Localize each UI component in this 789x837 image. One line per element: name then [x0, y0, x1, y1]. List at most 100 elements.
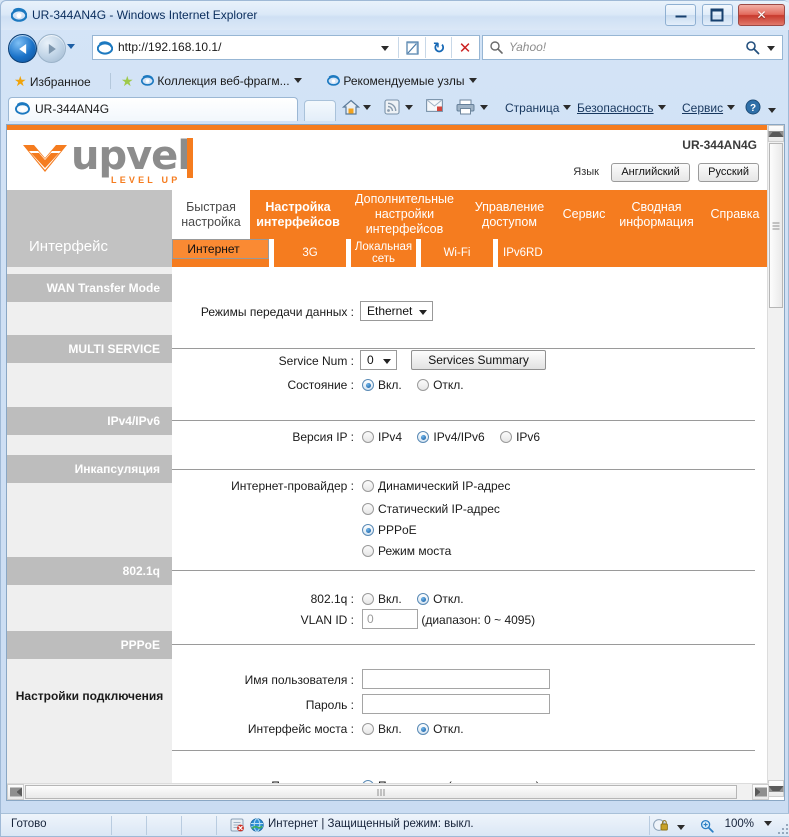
- stop-button[interactable]: ✕: [453, 40, 477, 58]
- interface-panel: Интерфейс: [7, 190, 172, 267]
- subtab-ipv6rd[interactable]: IPv6RD: [503, 239, 563, 267]
- resize-grip[interactable]: [776, 822, 788, 834]
- control-transfer-mode: Ethernet: [360, 301, 434, 323]
- radio-state-on[interactable]: [362, 379, 374, 391]
- scroll-right-button[interactable]: [752, 784, 769, 800]
- back-button[interactable]: [8, 34, 37, 63]
- page-viewport: upvel LEVEL UP UR-344AN4G Язык Английски…: [6, 124, 785, 801]
- privacy-icon[interactable]: [652, 818, 685, 835]
- label-username: Имя пользователя :: [244, 673, 354, 687]
- chevron-left-icon: [9, 787, 22, 797]
- scroll-down-button[interactable]: [768, 780, 784, 797]
- internet-zone-icon: [250, 818, 264, 835]
- address-dropdown-icon[interactable]: [381, 46, 389, 51]
- forward-button[interactable]: [37, 34, 66, 63]
- select-transfer-mode[interactable]: Ethernet: [360, 301, 434, 321]
- zoom-icon[interactable]: [700, 819, 714, 836]
- feeds-icon[interactable]: [384, 99, 400, 118]
- print-dropdown-icon[interactable]: [480, 99, 488, 118]
- subtab-3g[interactable]: 3G: [274, 239, 346, 267]
- search-box[interactable]: Yahoo!: [482, 35, 783, 60]
- tab-access-management[interactable]: Управление доступом: [463, 190, 556, 239]
- radio-isp-bridge[interactable]: [362, 545, 374, 557]
- home-dropdown-icon[interactable]: [363, 99, 371, 118]
- minimize-button[interactable]: [665, 4, 697, 26]
- favorites-button[interactable]: ★ Избранное: [14, 72, 91, 90]
- radio-isp-dynamic[interactable]: [362, 480, 374, 492]
- chevron-down-icon[interactable]: [293, 78, 302, 83]
- new-tab-button[interactable]: [304, 100, 336, 121]
- control-bridge-interface: Вкл. Откл.: [362, 718, 476, 740]
- mail-icon[interactable]: [426, 99, 443, 118]
- chevron-down-icon[interactable]: [677, 825, 685, 830]
- page-vertical-scrollbar[interactable]: [767, 125, 784, 797]
- browser-tab[interactable]: UR-344AN4G: [8, 97, 298, 121]
- input-password[interactable]: [362, 694, 550, 714]
- tab-help[interactable]: Справка: [701, 190, 769, 239]
- chevron-down-icon[interactable]: [468, 78, 477, 83]
- radio-isp-static[interactable]: [362, 503, 374, 515]
- section-header-pppoe: PPPoE: [7, 631, 172, 659]
- upvel-logo: upvel LEVEL UP: [21, 133, 196, 185]
- menu-security[interactable]: Безопасность: [577, 99, 666, 118]
- radio-ipv6-label: IPv6: [516, 430, 541, 444]
- print-icon[interactable]: [456, 99, 475, 118]
- menu-page[interactable]: Страница: [505, 99, 572, 118]
- router-navigation: Интерфейс Быстрая настройка Настройка ин…: [7, 190, 769, 267]
- zoom-dropdown-icon[interactable]: [764, 819, 772, 831]
- help-icon[interactable]: ?: [745, 99, 777, 118]
- scroll-up-button[interactable]: [768, 125, 784, 142]
- compatibility-view-button[interactable]: [401, 40, 425, 58]
- radio-ipv4[interactable]: [362, 431, 374, 443]
- close-button[interactable]: ✕: [738, 4, 785, 26]
- radio-isp-pppoe-label: PPPoE: [378, 523, 417, 537]
- address-bar[interactable]: http://192.168.10.1/ ↻ ✕: [92, 35, 480, 60]
- history-dropdown-icon[interactable]: [67, 44, 75, 49]
- input-vlan-id[interactable]: 0: [362, 609, 418, 629]
- page-horizontal-scrollbar[interactable]: [7, 783, 769, 800]
- radio-ipv4-label: IPv4: [378, 430, 403, 444]
- tab-interface-setup[interactable]: Настройка интерфейсов: [250, 190, 346, 239]
- label-transfer-mode: Режимы передачи данных :: [200, 305, 354, 319]
- subtab-internet[interactable]: Интернет: [172, 239, 269, 259]
- horizontal-scroll-thumb[interactable]: [25, 785, 737, 799]
- refresh-button[interactable]: ↻: [427, 40, 451, 58]
- favorites-add-icon[interactable]: ★: [121, 72, 134, 90]
- suggested-sites-item[interactable]: Рекомендуемые узлы: [327, 72, 477, 90]
- zoom-level-text[interactable]: 100%: [725, 818, 754, 830]
- vertical-scroll-thumb[interactable]: [769, 143, 783, 308]
- radio-dot1q-on[interactable]: [362, 593, 374, 605]
- language-button-russian[interactable]: Русский: [698, 163, 759, 182]
- services-summary-button[interactable]: Services Summary: [411, 350, 547, 370]
- subtab-lan[interactable]: Локальная сеть: [351, 239, 416, 267]
- menu-security-label: Безопасность: [577, 101, 654, 115]
- menu-tools[interactable]: Сервис: [682, 99, 736, 118]
- tab-status[interactable]: Сводная информация: [612, 190, 701, 239]
- radio-ipv4-ipv6[interactable]: [417, 431, 430, 443]
- radio-state-off[interactable]: [417, 379, 430, 391]
- language-button-english[interactable]: Английский: [611, 163, 690, 182]
- search-provider-dropdown-icon[interactable]: [767, 46, 775, 51]
- tab-advanced-setup[interactable]: Дополнительные настройки интерфейсов: [346, 190, 463, 239]
- upvel-wordmark: upvel: [71, 133, 191, 179]
- radio-isp-pppoe[interactable]: [362, 524, 374, 536]
- home-icon[interactable]: [341, 99, 361, 118]
- address-text: http://192.168.10.1/: [118, 40, 222, 54]
- scroll-left-button[interactable]: [7, 784, 24, 800]
- web-slice-gallery-item[interactable]: Коллекция веб-фрагм...: [141, 72, 302, 90]
- search-go-icon[interactable]: [745, 40, 760, 58]
- maximize-button[interactable]: [701, 4, 733, 26]
- tab-quick-setup[interactable]: Быстрая настройка: [172, 190, 250, 239]
- divider: [172, 469, 755, 470]
- browser-window: UR-344AN4G - Windows Internet Explorer ✕…: [0, 0, 789, 837]
- subtab-wifi[interactable]: Wi-Fi: [421, 239, 493, 267]
- tab-maintenance[interactable]: Сервис: [556, 190, 612, 239]
- feeds-dropdown-icon[interactable]: [405, 99, 413, 118]
- radio-bridge-on[interactable]: [362, 723, 374, 735]
- select-service-num[interactable]: 0: [360, 350, 397, 370]
- radio-ipv6[interactable]: [500, 431, 513, 443]
- radio-bridge-off[interactable]: [417, 723, 430, 735]
- input-username[interactable]: [362, 669, 550, 689]
- radio-dot1q-off[interactable]: [417, 593, 430, 605]
- security-zone-text: Интернет | Защищенный режим: выкл.: [268, 818, 474, 830]
